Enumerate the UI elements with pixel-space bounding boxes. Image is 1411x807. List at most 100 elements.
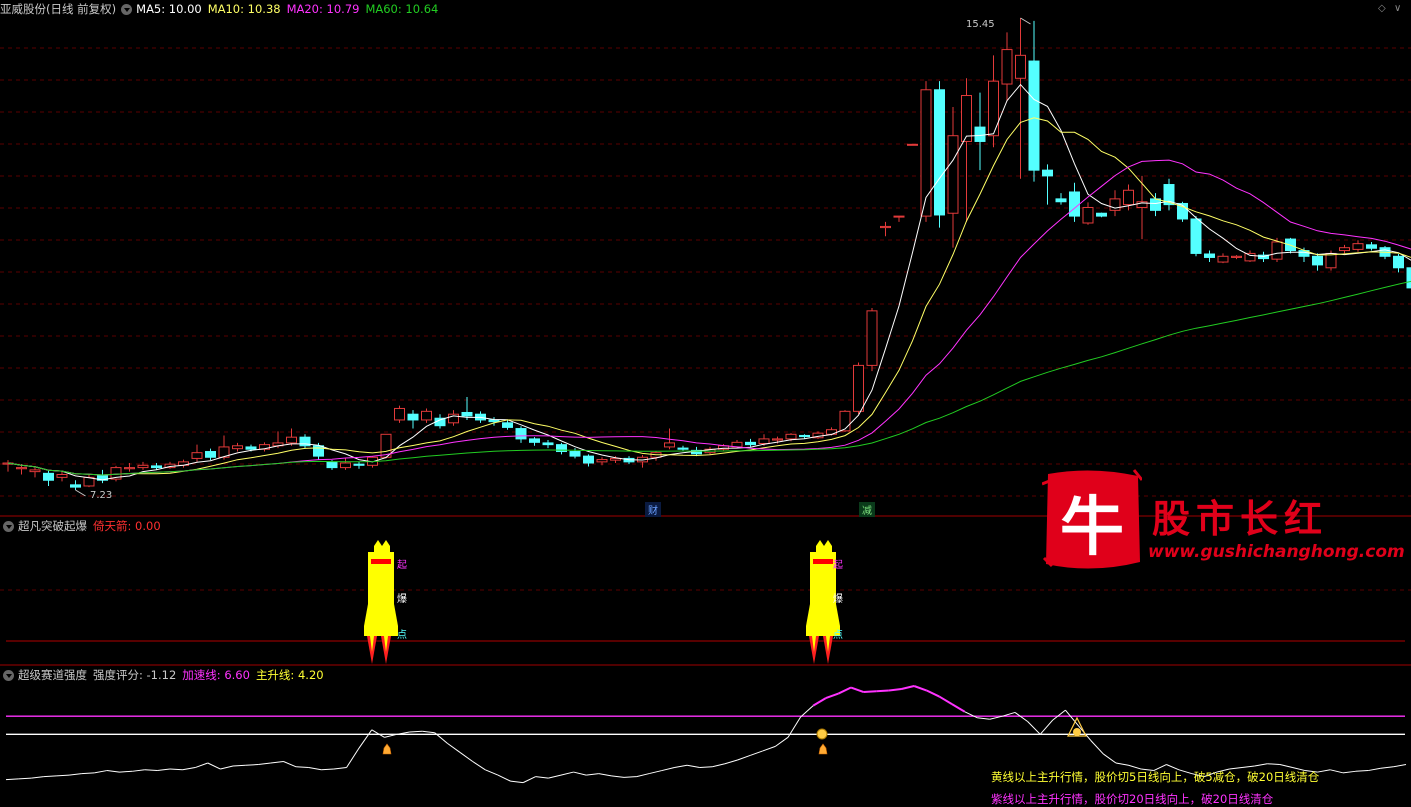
rocket-band [813, 559, 833, 564]
candle-body [1069, 191, 1080, 217]
candle-body [29, 469, 41, 473]
candle-body [988, 80, 999, 137]
candle-body [286, 436, 297, 444]
strength-segment [497, 774, 511, 782]
strength-segment [522, 776, 536, 784]
tag-jian[interactable]: 减 [859, 502, 875, 517]
strength-segment [1342, 770, 1356, 774]
candle-body [542, 442, 554, 446]
candle-body [569, 451, 581, 457]
tag-cai[interactable]: 财 [645, 502, 661, 517]
candle-body [232, 445, 243, 450]
strength-segment [358, 729, 373, 749]
strength-segment [1267, 763, 1280, 766]
rocket2-qi-label: 起 [833, 560, 843, 571]
candle-body [907, 143, 918, 146]
strength-segment [106, 770, 120, 773]
candle-body [880, 225, 891, 229]
candle-body [326, 461, 338, 469]
candle-body [1001, 49, 1013, 85]
rocket2-dian-label: 点 [833, 630, 843, 641]
candle-body [1325, 252, 1337, 269]
candle-body [1055, 198, 1067, 203]
strength-segment [69, 773, 82, 776]
candle-body [866, 310, 878, 366]
rocket2-bao-label: 爆 [833, 594, 843, 605]
strength-segment [548, 774, 562, 779]
strength-segment [598, 773, 612, 777]
strength-segment [977, 717, 990, 720]
strength-segment [1065, 709, 1079, 726]
candle-body [515, 428, 527, 440]
strength-segment [1103, 753, 1117, 764]
strength-segment [586, 773, 599, 776]
candle-body [1231, 255, 1242, 258]
candle-body [934, 89, 945, 216]
rocket-tip [374, 540, 382, 552]
brand-url[interactable]: www.gushichanghong.com [1148, 542, 1405, 562]
strength-segment [699, 766, 713, 769]
candle-body [583, 455, 594, 464]
candle-body [124, 467, 135, 470]
strength-segment [1027, 721, 1041, 735]
strength-segment [1115, 762, 1129, 766]
high-price-label: 15.45 [966, 19, 995, 30]
strength-segment [888, 688, 902, 692]
candle-body [245, 446, 257, 450]
candle-body [664, 442, 675, 448]
chart-canvas[interactable] [0, 0, 1411, 806]
candle-body [421, 410, 432, 421]
rocket-body [368, 552, 394, 634]
candle-body [758, 438, 770, 444]
candle-body [1190, 218, 1202, 254]
strength-segment [1090, 740, 1104, 755]
strength-segment [31, 776, 44, 779]
strength-segment [737, 754, 751, 761]
strength-segment [283, 761, 297, 768]
strength-segment [863, 690, 877, 694]
strength-segment [371, 729, 385, 738]
candle-body [1096, 212, 1107, 217]
strength-segment [1330, 769, 1344, 774]
candle-body [43, 472, 54, 481]
strength-segment [901, 685, 915, 690]
strength-segment [938, 695, 953, 705]
strength-segment [1393, 764, 1407, 768]
candle-body [745, 441, 756, 446]
strength-segment [245, 764, 259, 766]
strength-segment [195, 762, 208, 769]
strength-segment [5, 778, 19, 781]
candle-body [947, 135, 959, 214]
strength-segment [775, 736, 789, 747]
strength-segment [1355, 770, 1369, 772]
rocket-fin [806, 604, 810, 626]
strength-segment [649, 770, 662, 775]
strength-segment [560, 771, 574, 776]
candle-body [961, 95, 972, 142]
strength-segment [926, 689, 940, 698]
rocket-fin [394, 604, 398, 626]
strength-segment [182, 767, 196, 771]
candle-body [529, 438, 540, 443]
strength-segment [258, 762, 271, 766]
strength-segment [838, 686, 852, 695]
rocket-base [364, 626, 398, 636]
rocket-fin [364, 604, 368, 626]
candle-body [1042, 169, 1053, 177]
note-purple: 紫线以上主升行情，股价切20日线向上，破20日线清仓 [991, 792, 1274, 806]
strength-segment [850, 686, 864, 693]
strength-segment [132, 769, 145, 772]
strength-segment [157, 768, 171, 772]
strength-segment [56, 774, 70, 777]
strength-segment [825, 692, 839, 700]
candle-body [1082, 206, 1094, 224]
strength-segment [876, 689, 889, 693]
strength-segment [459, 752, 473, 762]
strength-segment [1241, 765, 1255, 769]
strength-segment [485, 769, 499, 776]
strength-segment [812, 697, 827, 707]
strength-segment [762, 745, 776, 752]
strength-segment [119, 770, 133, 773]
strength-segment [81, 772, 95, 775]
strength-segment [169, 768, 183, 771]
